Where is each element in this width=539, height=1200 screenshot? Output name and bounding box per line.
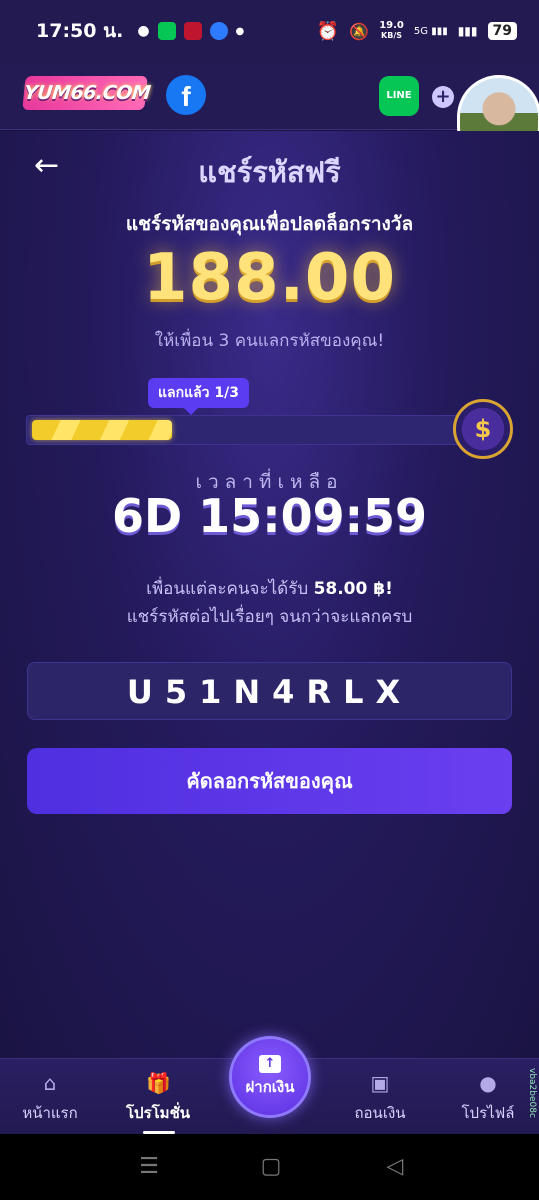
signal-icon: 5G ▮▮▮	[413, 25, 448, 37]
status-time: 17:50 น.	[36, 20, 124, 42]
deposit-icon: ↑	[259, 1055, 281, 1073]
reward-amount: 188.00	[143, 241, 396, 315]
facebook-button[interactable]: f	[166, 75, 206, 115]
net-speed-value: 19.0	[379, 20, 404, 31]
invite-instruction: ให้เพื่อน 3 คนแลกรหัสของคุณ!	[154, 331, 385, 351]
home-system-icon[interactable]: ▢	[256, 1154, 286, 1180]
nav-profile[interactable]: ● โปรไฟล์	[438, 1059, 538, 1135]
line-app-icon	[157, 22, 176, 40]
nav-home[interactable]: ⌂ หน้าแรก	[0, 1059, 100, 1135]
nav-withdraw-label: ถอนเงิน	[354, 1104, 406, 1122]
nav-promotions-label: โปรโมชั่น	[125, 1104, 190, 1122]
progress-track	[26, 415, 468, 445]
page-title: แชร์รหัสฟรี	[198, 155, 341, 189]
home-icon: ⌂	[43, 1071, 57, 1095]
system-navigation-bar: ☰ ▢ ◁	[0, 1134, 539, 1200]
nav-promotions[interactable]: 🎁 โปรโมชั่น	[108, 1059, 208, 1135]
recent-apps-icon[interactable]: ☰	[134, 1154, 164, 1180]
notification-icons: ● ●	[137, 22, 244, 40]
share-code-page: ← แชร์รหัสฟรี แชร์รหัสของคุณเพื่อปลดล็อก…	[0, 131, 539, 1058]
chat-bubble-icon: ●	[137, 23, 150, 39]
signal-bars-icon: ▮▮▮	[457, 24, 478, 38]
alarm-icon: ⏰	[316, 20, 340, 42]
deposit-button[interactable]: ↑ ฝากเงิน	[229, 1036, 311, 1118]
page-subtitle: แชร์รหัสของคุณเพื่อปลดล็อกรางวัล	[125, 213, 414, 235]
copy-code-button[interactable]: คัดลอกรหัสของคุณ	[27, 748, 512, 814]
app-notification-icon	[183, 22, 202, 40]
friend-reward-amount: 58.00 ฿!	[313, 579, 393, 599]
messenger-icon	[209, 22, 228, 40]
line-button[interactable]: LINE	[379, 76, 419, 116]
deposit-label: ฝากเงิน	[245, 1078, 295, 1096]
share-code-field[interactable]: U51N4RLX	[27, 662, 512, 720]
reward-coin-icon: $	[453, 399, 513, 459]
signal-label: 5G	[413, 25, 429, 37]
nav-withdraw[interactable]: ▣ ถอนเงิน	[330, 1059, 430, 1135]
battery-indicator: 79	[487, 22, 517, 40]
friend-reward-text: เพื่อนแต่ละคนจะได้รับ 58.00 ฿!	[0, 575, 539, 602]
side-version-tag: vba2be08c	[527, 1068, 537, 1118]
continue-sharing-text: แชร์รหัสต่อไปเรื่อยๆ จนกว่าจะแลกครบ	[126, 607, 413, 627]
friend-reward-prefix: เพื่อนแต่ละคนจะได้รับ	[146, 579, 309, 599]
profile-icon: ●	[479, 1071, 497, 1095]
nav-profile-label: โปรไฟล์	[461, 1104, 515, 1122]
net-speed: 19.0 KB/S	[379, 21, 404, 41]
site-logo[interactable]: YUM66.COM	[22, 76, 151, 110]
progress-badge: แลกแล้ว 1/3	[148, 378, 250, 415]
progress-fill	[32, 420, 172, 440]
mute-icon: 🔕	[349, 21, 370, 41]
net-speed-unit: KB/S	[381, 31, 403, 40]
countdown-timer: 6D 15:09:59	[111, 489, 428, 543]
back-system-icon[interactable]: ◁	[380, 1154, 410, 1180]
gift-icon: 🎁	[146, 1071, 171, 1095]
status-bar: 17:50 น. ● ● ⏰ 🔕 19.0 KB/S 5G ▮▮▮ ▮▮▮ 79	[0, 0, 539, 62]
nav-home-label: หน้าแรก	[22, 1104, 78, 1122]
more-notifications-icon: ●	[235, 25, 245, 37]
status-right: ⏰ 🔕 19.0 KB/S 5G ▮▮▮ ▮▮▮ 79	[317, 21, 517, 42]
add-balance-button[interactable]: +	[432, 86, 454, 108]
wallet-icon: ▣	[370, 1071, 390, 1095]
